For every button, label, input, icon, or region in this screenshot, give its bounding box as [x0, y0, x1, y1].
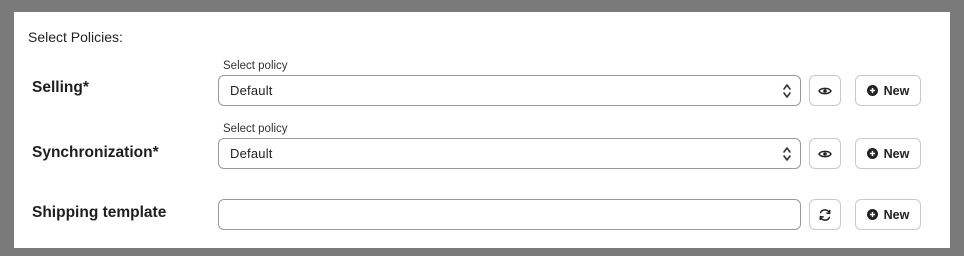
synchronization-caption: Select policy: [223, 123, 288, 135]
synchronization-view-button[interactable]: [809, 138, 841, 169]
shipping-template-new-label: New: [883, 207, 910, 222]
selling-view-button[interactable]: [809, 75, 841, 106]
shipping-template-new-button[interactable]: New: [855, 199, 921, 230]
selling-caption: Select policy: [223, 60, 288, 72]
synchronization-new-button[interactable]: New: [855, 138, 921, 169]
section-title: Select Policies:: [28, 29, 123, 45]
selling-policy-select[interactable]: Default: [218, 75, 801, 106]
synchronization-new-label: New: [883, 146, 910, 161]
chevron-updown-icon: [783, 84, 791, 98]
eye-icon: [818, 87, 832, 94]
synchronization-policy-select[interactable]: Default: [218, 138, 801, 169]
synchronization-policy-value: Default: [230, 146, 273, 161]
selling-new-label: New: [883, 83, 910, 98]
plus-circle-icon: [866, 209, 878, 220]
plus-circle-icon: [866, 85, 878, 96]
shipping-template-input[interactable]: [218, 199, 801, 230]
selling-label: Selling*: [32, 79, 89, 96]
policies-panel: Select Policies: Selling* Select policy …: [14, 12, 950, 248]
eye-icon: [818, 150, 832, 157]
selling-policy-value: Default: [230, 83, 273, 98]
synchronization-label: Synchronization*: [32, 144, 159, 161]
refresh-icon: [819, 208, 831, 221]
shipping-template-refresh-button[interactable]: [809, 199, 841, 230]
plus-circle-icon: [866, 148, 878, 159]
chevron-updown-icon: [783, 147, 791, 161]
shipping-template-label: Shipping template: [32, 204, 167, 221]
selling-new-button[interactable]: New: [855, 75, 921, 106]
